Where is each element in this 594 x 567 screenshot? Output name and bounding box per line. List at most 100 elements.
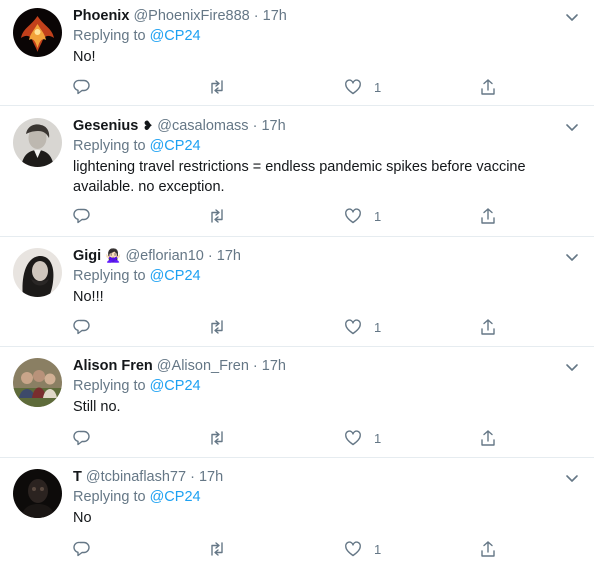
share-button[interactable]: [479, 317, 497, 337]
tweet-text: lightening travel restrictions = endless…: [73, 159, 526, 195]
separator-dot: ·: [190, 469, 195, 485]
share-icon: [481, 79, 495, 95]
timestamp[interactable]: 17h: [262, 358, 286, 374]
like-button[interactable]: 1: [344, 539, 381, 559]
mention-link[interactable]: @CP24: [150, 489, 201, 505]
avatar[interactable]: [13, 248, 62, 297]
tweet[interactable]: Gigi 🙅🏻‍♀️ @eflorian10 · 17h Replying to…: [0, 237, 594, 347]
user-handle[interactable]: @tcbinaflash77: [86, 469, 186, 485]
replying-to: Replying to @CP24: [73, 266, 580, 286]
replying-label: Replying to: [73, 138, 146, 154]
reply-feed: Phoenix @PhoenixFire888 · 17h Replying t…: [0, 0, 594, 567]
timestamp[interactable]: 17h: [199, 469, 223, 485]
replying-to: Replying to @CP24: [73, 487, 580, 507]
timestamp[interactable]: 17h: [261, 118, 285, 134]
display-name[interactable]: Alison Fren: [73, 358, 153, 374]
share-button[interactable]: [479, 428, 497, 448]
share-button[interactable]: [479, 206, 497, 226]
display-name[interactable]: Gigi: [73, 248, 101, 264]
user-handle[interactable]: @Alison_Fren: [157, 358, 249, 374]
like-button[interactable]: 1: [344, 77, 381, 97]
reply-button[interactable]: [73, 317, 91, 337]
chevron-down-icon[interactable]: [564, 119, 580, 135]
like-button[interactable]: 1: [344, 317, 381, 337]
retweet-icon: [211, 431, 223, 445]
share-icon: [481, 430, 495, 446]
user-handle[interactable]: @eflorian10: [125, 248, 203, 264]
retweet-icon: [211, 320, 223, 334]
tweet-header: Alison Fren @Alison_Fren · 17h: [73, 356, 580, 376]
reply-button[interactable]: [73, 206, 91, 226]
tweet-text: No: [73, 510, 92, 526]
display-name[interactable]: Phoenix: [73, 8, 129, 24]
separator-dot: ·: [252, 358, 258, 374]
tweet[interactable]: T @tcbinaflash77 · 17h Replying to @CP24…: [0, 458, 594, 567]
tweet-header: Phoenix @PhoenixFire888 · 17h: [73, 6, 580, 26]
heart-icon: [345, 430, 361, 446]
retweet-icon: [211, 209, 223, 223]
tweet-text: No!: [73, 49, 96, 65]
tweet-actions: 1: [73, 539, 497, 559]
mention-link[interactable]: @CP24: [150, 268, 201, 284]
tweet-header: Gesenius ❥ @casalomass · 17h: [73, 116, 580, 136]
share-button[interactable]: [479, 539, 497, 559]
display-name[interactable]: T: [73, 469, 82, 485]
heart-icon: [345, 79, 361, 95]
separator-dot: ·: [253, 8, 259, 24]
tweet-actions: 1: [73, 206, 497, 226]
chevron-down-icon[interactable]: [564, 359, 580, 375]
reply-icon: [73, 430, 90, 446]
separator-dot: ·: [207, 248, 213, 264]
mention-link[interactable]: @CP24: [150, 28, 201, 44]
chevron-down-icon[interactable]: [564, 9, 580, 25]
name-emoji: 🙅🏻‍♀️: [105, 248, 122, 263]
tweet[interactable]: Gesenius ❥ @casalomass · 17h Replying to…: [0, 106, 594, 237]
tweet-actions: 1: [73, 77, 497, 97]
share-button[interactable]: [479, 77, 497, 97]
reply-icon: [73, 79, 90, 95]
like-count: 1: [374, 430, 382, 446]
tweet-text: No!!!: [73, 289, 104, 305]
replying-to: Replying to @CP24: [73, 26, 580, 46]
reply-button[interactable]: [73, 428, 91, 448]
avatar[interactable]: [13, 358, 62, 407]
tweet-header: Gigi 🙅🏻‍♀️ @eflorian10 · 17h: [73, 246, 580, 266]
like-count: 1: [374, 319, 382, 335]
share-icon: [481, 208, 495, 224]
reply-icon: [73, 208, 90, 224]
timestamp[interactable]: 17h: [263, 8, 287, 24]
user-handle[interactable]: @casalomass: [157, 118, 248, 134]
share-icon: [481, 541, 495, 557]
tweet[interactable]: Phoenix @PhoenixFire888 · 17h Replying t…: [0, 0, 594, 106]
display-name[interactable]: Gesenius: [73, 118, 138, 134]
like-count: 1: [374, 79, 382, 95]
chevron-down-icon[interactable]: [564, 470, 580, 486]
tweet-actions: 1: [73, 317, 497, 337]
retweet-button[interactable]: [208, 428, 226, 448]
reply-button[interactable]: [73, 539, 91, 559]
mention-link[interactable]: @CP24: [150, 138, 201, 154]
tweet[interactable]: Alison Fren @Alison_Fren · 17h Replying …: [0, 347, 594, 458]
avatar[interactable]: [13, 8, 62, 57]
like-button[interactable]: 1: [344, 428, 381, 448]
name-emoji: ❥: [142, 118, 154, 133]
mention-link[interactable]: @CP24: [150, 378, 201, 394]
replying-to: Replying to @CP24: [73, 136, 580, 156]
avatar[interactable]: [13, 469, 62, 518]
tweet-header: T @tcbinaflash77 · 17h: [73, 467, 580, 487]
retweet-button[interactable]: [208, 317, 226, 337]
retweet-button[interactable]: [208, 206, 226, 226]
retweet-button[interactable]: [208, 539, 226, 559]
reply-icon: [73, 319, 90, 335]
separator-dot: ·: [252, 118, 258, 134]
reply-button[interactable]: [73, 77, 91, 97]
reply-icon: [73, 541, 90, 557]
replying-label: Replying to: [73, 28, 146, 44]
chevron-down-icon[interactable]: [564, 249, 580, 265]
replying-to: Replying to @CP24: [73, 376, 580, 396]
user-handle[interactable]: @PhoenixFire888: [133, 8, 249, 24]
retweet-button[interactable]: [208, 77, 226, 97]
like-button[interactable]: 1: [344, 206, 381, 226]
avatar[interactable]: [13, 118, 62, 167]
timestamp[interactable]: 17h: [217, 248, 241, 264]
